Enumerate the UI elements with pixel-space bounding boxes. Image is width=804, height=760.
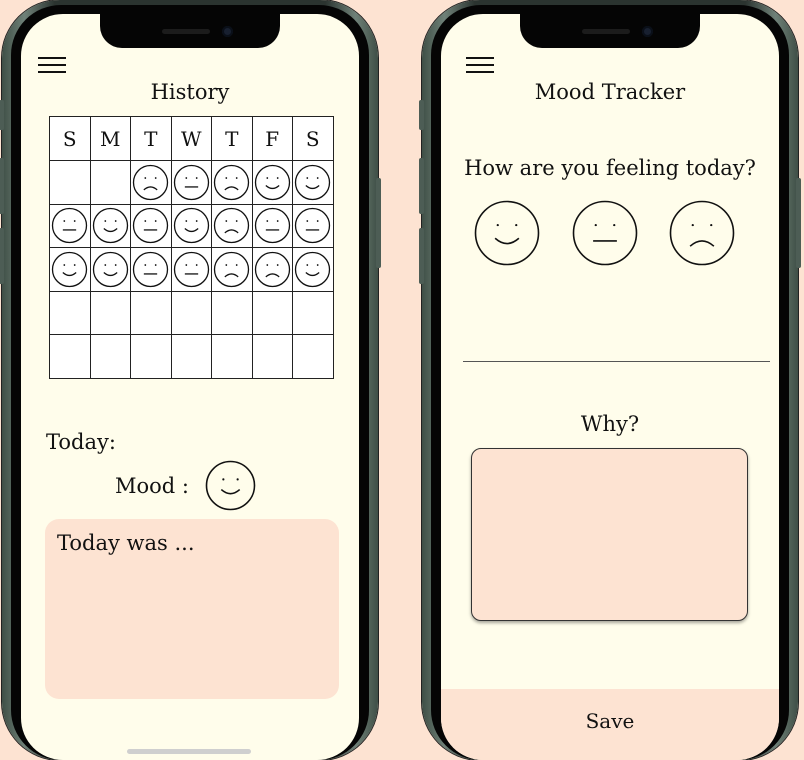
calendar-day-cell[interactable] <box>251 247 293 292</box>
weekday-header: M <box>89 116 131 161</box>
sad-face-icon <box>212 164 252 201</box>
tracker-phone: Mood Tracker How are you feeling today? … <box>419 0 801 760</box>
calendar-day-cell[interactable] <box>170 247 212 292</box>
menu-icon[interactable] <box>466 53 494 75</box>
neutral-face-icon <box>131 207 171 244</box>
calendar-day-cell[interactable] <box>89 160 131 205</box>
happy-face-icon <box>474 200 540 270</box>
calendar-day-cell[interactable] <box>251 290 293 335</box>
calendar-day-cell[interactable] <box>170 160 212 205</box>
calendar-day-cell[interactable] <box>49 247 91 292</box>
calendar-day-cell[interactable] <box>211 203 253 248</box>
calendar-day-cell[interactable] <box>292 160 334 205</box>
page-title: History <box>150 80 230 104</box>
calendar-day-cell[interactable] <box>130 203 172 248</box>
calendar-day-cell[interactable] <box>49 334 91 379</box>
save-label: Save <box>585 709 635 733</box>
calendar-week-row <box>49 247 334 292</box>
neutral-face-icon <box>131 251 171 288</box>
calendar-day-cell[interactable] <box>170 290 212 335</box>
calendar-day-cell[interactable] <box>292 247 334 292</box>
journal-entry[interactable]: Today was ... <box>45 519 339 699</box>
sad-face-icon <box>212 207 252 244</box>
weekday-header: F <box>251 116 293 161</box>
calendar-day-cell[interactable] <box>49 160 91 205</box>
happy-face-icon <box>293 164 333 201</box>
neutral-face-icon <box>293 207 333 244</box>
calendar-day-cell[interactable] <box>130 334 172 379</box>
calendar-day-cell[interactable] <box>170 334 212 379</box>
calendar-day-cell[interactable] <box>49 290 91 335</box>
sad-face-icon <box>131 164 171 201</box>
sad-mood-button[interactable] <box>669 200 735 270</box>
calendar-day-cell[interactable] <box>170 203 212 248</box>
why-input[interactable] <box>471 448 748 621</box>
happy-face-icon <box>50 251 90 288</box>
calendar-day-cell[interactable] <box>130 247 172 292</box>
calendar-day-cell[interactable] <box>251 160 293 205</box>
sad-face-icon <box>212 251 252 288</box>
calendar-day-cell[interactable] <box>211 160 253 205</box>
happy-face-icon <box>91 207 131 244</box>
neutral-face-icon <box>172 251 212 288</box>
calendar-day-cell[interactable] <box>292 203 334 248</box>
neutral-face-icon <box>172 164 212 201</box>
calendar-day-cell[interactable] <box>89 334 131 379</box>
neutral-face-icon <box>572 200 638 270</box>
calendar-day-cell[interactable] <box>211 247 253 292</box>
calendar-day-cell[interactable] <box>292 290 334 335</box>
front-camera <box>222 26 233 37</box>
calendar-day-cell[interactable] <box>89 247 131 292</box>
divider <box>463 361 770 362</box>
calendar-day-cell[interactable] <box>292 334 334 379</box>
weekday-header: T <box>130 116 172 161</box>
calendar-day-cell[interactable] <box>251 334 293 379</box>
calendar-week-row <box>49 160 334 205</box>
history-phone: History SMTWTFS Today: Mood: Today was … <box>0 0 381 760</box>
mood-question: How are you feeling today? <box>464 156 756 180</box>
weekday-header: S <box>292 116 334 161</box>
calendar-day-cell[interactable] <box>89 290 131 335</box>
today-mood-icon[interactable] <box>205 460 256 515</box>
calendar-week-row <box>49 334 334 379</box>
weekday-header: W <box>170 116 212 161</box>
calendar-day-cell[interactable] <box>211 334 253 379</box>
calendar-day-cell[interactable] <box>130 290 172 335</box>
history-screen: History SMTWTFS Today: Mood: Today was … <box>21 14 359 760</box>
calendar-day-cell[interactable] <box>130 160 172 205</box>
happy-face-icon <box>253 164 293 201</box>
journal-text: Today was ... <box>57 531 195 555</box>
home-indicator[interactable] <box>127 749 251 754</box>
happy-mood-button[interactable] <box>474 200 540 270</box>
why-label: Why? <box>580 412 640 436</box>
calendar-day-cell[interactable] <box>211 290 253 335</box>
notch <box>100 14 280 48</box>
menu-icon[interactable] <box>38 53 66 75</box>
today-label: Today: <box>46 430 116 454</box>
calendar-week-row <box>49 290 334 335</box>
calendar-day-cell[interactable] <box>49 203 91 248</box>
mood-calendar: SMTWTFS <box>49 116 334 379</box>
weekday-header: S <box>49 116 91 161</box>
page-title: Mood Tracker <box>534 80 686 104</box>
neutral-mood-button[interactable] <box>572 200 638 270</box>
calendar-week-row <box>49 203 334 248</box>
sad-face-icon <box>669 200 735 270</box>
calendar-day-cell[interactable] <box>89 203 131 248</box>
notch <box>520 14 700 48</box>
happy-face-icon <box>91 251 131 288</box>
neutral-face-icon <box>253 207 293 244</box>
neutral-face-icon <box>50 207 90 244</box>
happy-face-icon <box>293 251 333 288</box>
save-button[interactable]: Save <box>441 689 779 760</box>
mood-label: Mood : <box>115 474 189 498</box>
sad-face-icon <box>253 251 293 288</box>
weekday-header: T <box>211 116 253 161</box>
calendar-day-cell[interactable] <box>251 203 293 248</box>
front-camera <box>642 26 653 37</box>
happy-face-icon <box>172 207 212 244</box>
tracker-screen: Mood Tracker How are you feeling today? … <box>441 14 779 760</box>
